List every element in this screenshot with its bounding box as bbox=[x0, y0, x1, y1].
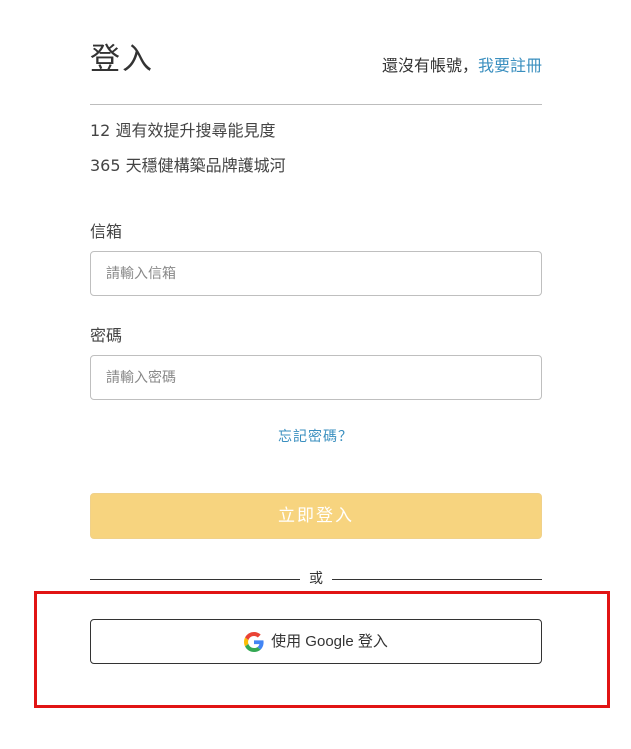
forgot-password-link[interactable]: 忘記密碼？ bbox=[278, 429, 353, 445]
email-label: 信箱 bbox=[90, 222, 123, 241]
register-prompt: 還沒有帳號，我要註冊 bbox=[382, 54, 542, 78]
login-header: 登入 還沒有帳號，我要註冊 bbox=[90, 40, 542, 105]
forgot-password-row: 忘記密碼？ bbox=[0, 427, 631, 447]
register-link[interactable]: 我要註冊 bbox=[478, 56, 542, 75]
page-title: 登入 bbox=[90, 42, 154, 77]
no-account-text: 還沒有帳號， bbox=[381, 56, 478, 75]
login-button[interactable]: 立即登入 bbox=[90, 493, 542, 539]
google-g-icon bbox=[244, 631, 264, 652]
password-field[interactable] bbox=[90, 355, 542, 400]
subtitle-line-1: 12 週有效提升搜尋能見度 bbox=[90, 121, 276, 140]
divider-line-right bbox=[332, 579, 542, 580]
password-label: 密碼 bbox=[90, 326, 123, 345]
google-login-label: 使用 Google 登入 bbox=[271, 632, 388, 650]
login-page: 登入 還沒有帳號，我要註冊 12 週有效提升搜尋能見度 365 天穩健構築品牌護… bbox=[0, 0, 631, 749]
or-divider: 或 bbox=[90, 569, 542, 589]
subtitle-line-2: 365 天穩健構築品牌護城河 bbox=[90, 156, 286, 175]
email-field[interactable] bbox=[90, 251, 542, 296]
google-login-button[interactable]: 使用 Google 登入 bbox=[90, 619, 542, 664]
